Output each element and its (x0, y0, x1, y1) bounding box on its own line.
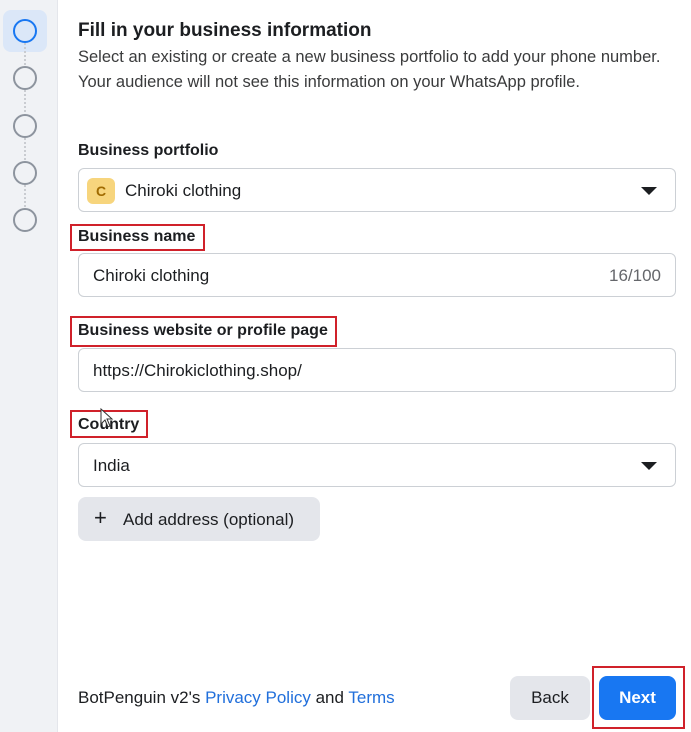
country-value: India (93, 456, 130, 475)
back-button[interactable]: Back (510, 676, 590, 720)
add-address-label: Add address (optional) (123, 510, 295, 529)
portfolio-select[interactable]: C Chiroki clothing (78, 168, 676, 212)
business-name-label: Business name (78, 228, 196, 245)
next-button[interactable]: Next (599, 676, 676, 720)
page-description: Select an existing or create a new busin… (78, 48, 661, 91)
panel-divider (57, 0, 58, 732)
page-title: Fill in your business information (78, 20, 372, 41)
character-counter: 16/100 (609, 266, 661, 285)
footer-prefix: BotPenguin v2's (78, 688, 206, 707)
step-sidebar (0, 0, 57, 732)
footer-and: and (310, 688, 349, 707)
add-address-button[interactable]: + Add address (optional) (78, 497, 320, 541)
business-name-value: Chiroki clothing (93, 266, 210, 285)
plus-icon: + (94, 505, 107, 530)
website-input[interactable]: https://Chirokiclothing.shop/ (78, 348, 676, 392)
mouse-pointer-icon (100, 407, 114, 433)
step-indicator-4[interactable] (13, 161, 37, 185)
terms-link[interactable]: Terms (348, 688, 394, 707)
step-connector (24, 138, 26, 160)
step-indicator-2[interactable] (13, 66, 37, 90)
step-connector (24, 43, 26, 65)
business-name-input[interactable]: Chiroki clothing 16/100 (78, 253, 676, 297)
step-connector (24, 185, 26, 207)
step-indicator-1[interactable] (13, 19, 37, 43)
website-label: Business website or profile page (78, 322, 328, 339)
website-value: https://Chirokiclothing.shop/ (93, 361, 302, 380)
step-indicator-5[interactable] (13, 208, 37, 232)
portfolio-label: Business portfolio (78, 142, 219, 159)
step-indicator-3[interactable] (13, 114, 37, 138)
chevron-down-icon (641, 187, 657, 195)
chevron-down-icon (641, 462, 657, 470)
portfolio-avatar: C (87, 178, 115, 204)
country-select[interactable]: India (78, 443, 676, 487)
footer-legal-text: BotPenguin v2's Privacy Policy and Terms (78, 688, 395, 708)
portfolio-value: Chiroki clothing (125, 181, 242, 200)
privacy-policy-link[interactable]: Privacy Policy (205, 688, 311, 707)
step-connector (24, 90, 26, 112)
